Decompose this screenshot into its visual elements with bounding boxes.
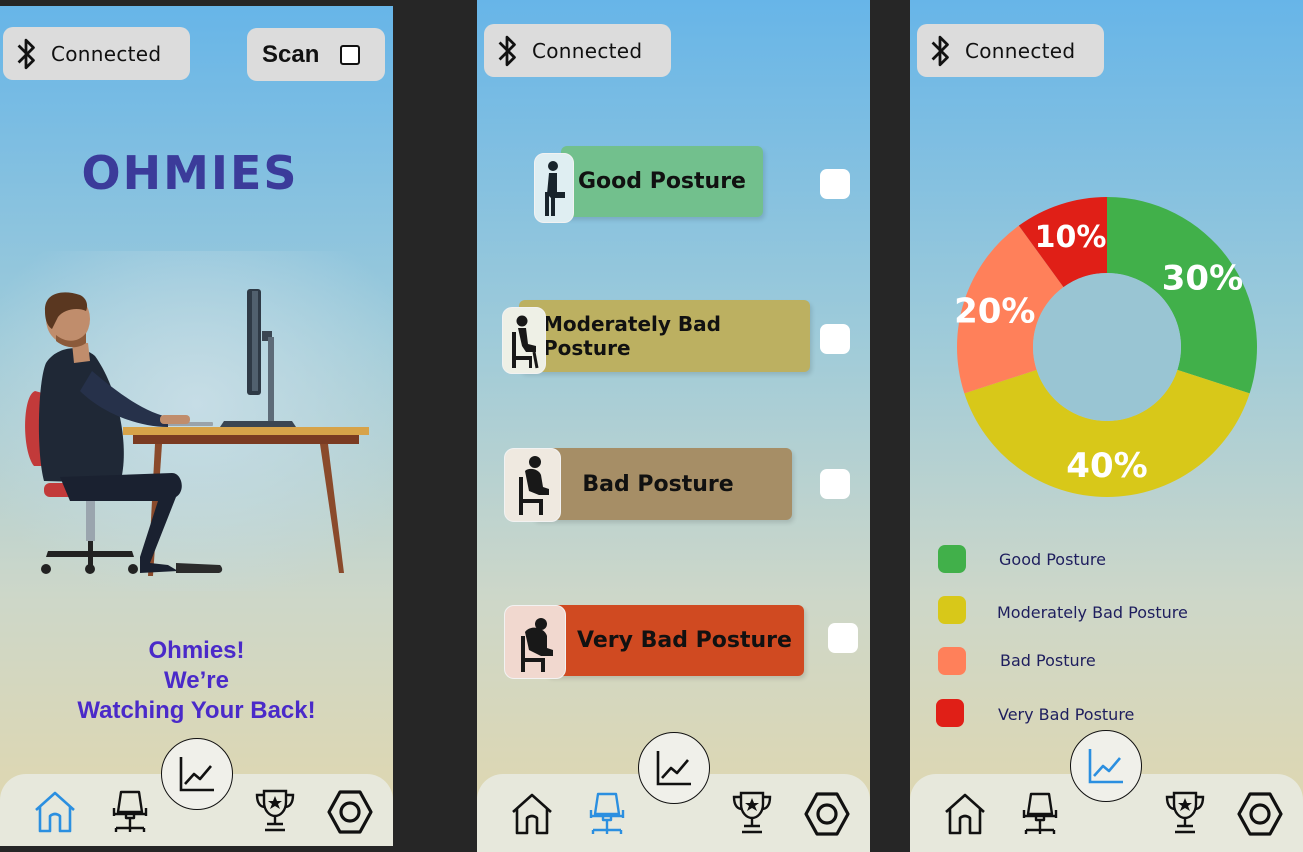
good-posture-icon [534,153,574,223]
posture-checkbox-very-bad[interactable] [828,623,858,653]
bluetooth-icon [498,35,516,66]
posture-label: Good Posture [561,146,763,217]
bad-posture-icon [504,448,561,522]
very-bad-posture-icon [504,605,566,679]
tagline-line-2: We’re [164,667,229,694]
slice-moderate-label: 40% [1066,446,1147,486]
chair-icon[interactable] [106,788,154,836]
stats-fab[interactable] [1070,730,1142,802]
donut-hole [1033,273,1181,421]
legend-item-bad: Bad Posture [938,647,1096,675]
slice-bad-label: 20% [954,292,1035,332]
posture-label: Moderately Bad Posture [519,300,810,372]
tagline-line-1: Ohmies! [148,637,245,664]
slice-very-bad-label: 10% [1035,220,1107,255]
posture-checkbox-bad[interactable] [820,469,850,499]
trophy-icon[interactable] [728,788,776,836]
settings-icon[interactable] [1236,790,1284,838]
chart-icon [656,751,691,786]
bluetooth-status-pill[interactable]: Connected [484,24,671,77]
stats-fab[interactable] [161,738,233,810]
chair-icon[interactable] [1016,790,1064,838]
chart-icon [179,757,214,792]
chair-icon[interactable] [583,790,631,838]
legend-label: Moderately Bad Posture [997,603,1188,622]
legend-swatch [938,545,966,573]
legend-label: Bad Posture [1000,651,1096,670]
posture-checkbox-good[interactable] [820,169,850,199]
moderate-posture-icon [502,307,546,374]
home-icon[interactable] [31,788,79,836]
stats-screen: Connected 30% 40% 20% 10% Good Posture Mode… [910,0,1303,852]
legend-swatch [938,647,966,675]
connection-status-label: Connected [532,38,643,63]
posture-donut-chart: 30% 40% 20% 10% [954,197,1257,498]
legend-swatch [936,699,964,727]
stats-fab[interactable] [638,732,710,804]
settings-icon[interactable] [326,788,374,836]
home-icon[interactable] [508,790,556,838]
legend-label: Good Posture [999,550,1106,569]
home-screen: Connected Scan OHMIES Ohmies! We’re Watc… [0,6,393,846]
scan-checkbox[interactable] [340,44,361,65]
home-icon[interactable] [941,790,989,838]
posture-label: Bad Posture [532,448,792,520]
scan-label: Scan [262,40,320,68]
brand-title: OHMIES [81,146,299,200]
tagline: Ohmies! We’re Watching Your Back! [0,636,393,726]
trophy-icon[interactable] [1161,788,1209,836]
legend-swatch [938,596,966,624]
legend-item-good: Good Posture [938,545,1106,573]
trophy-icon[interactable] [251,786,299,834]
person-at-desk-illustration [0,251,393,591]
posture-screen: Connected Good Posture Moderately Bad Po… [477,0,870,852]
legend-item-moderate: Moderately Bad Posture [938,596,1188,624]
connection-status-label: Connected [51,41,162,66]
legend-item-very-bad: Very Bad Posture [936,699,1134,727]
bluetooth-status-pill[interactable]: Connected [3,27,190,80]
posture-label: Very Bad Posture [545,605,804,676]
scan-toggle[interactable]: Scan [247,28,385,81]
bluetooth-icon [17,38,35,69]
tagline-line-3: Watching Your Back! [77,697,316,724]
posture-checkbox-moderate[interactable] [820,324,850,354]
slice-good-label: 30% [1162,259,1243,299]
chart-icon [1088,749,1123,784]
legend-label: Very Bad Posture [998,705,1135,724]
settings-icon[interactable] [803,790,851,838]
